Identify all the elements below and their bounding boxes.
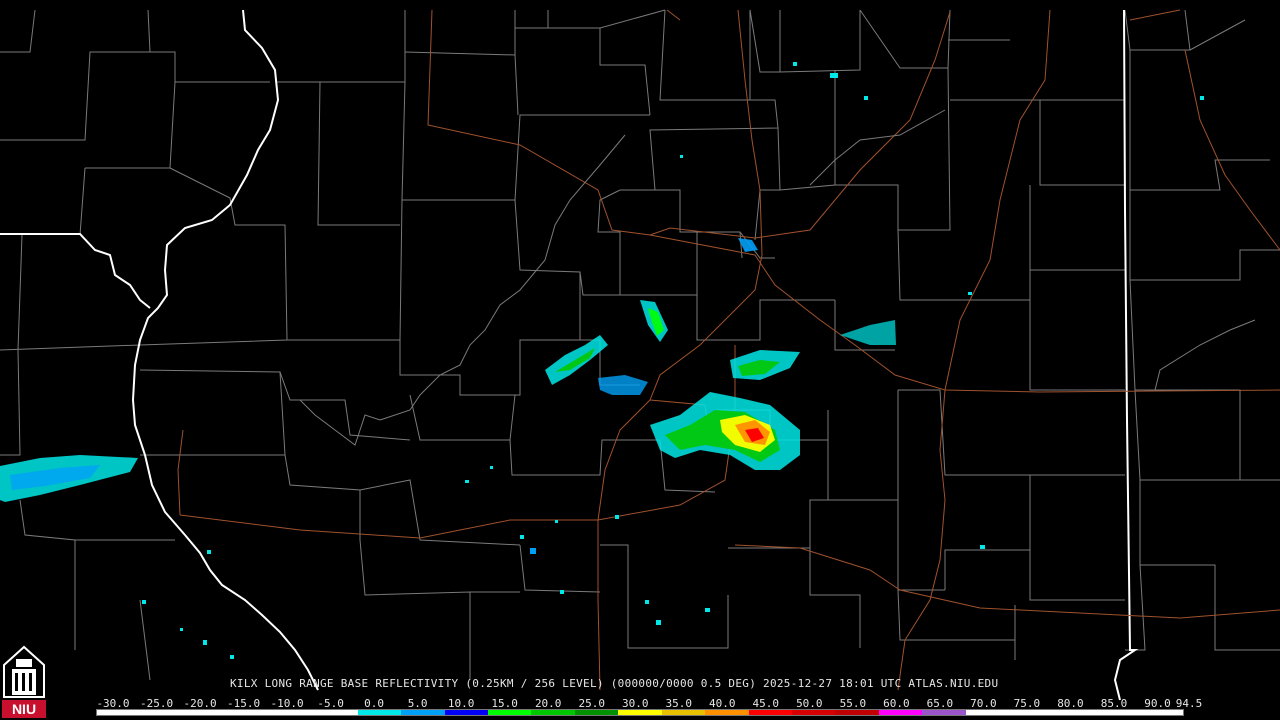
colorbar-segment (1009, 710, 1053, 715)
colorbar-segment (531, 710, 575, 715)
river-lines (299, 109, 1256, 446)
colorbar-segment (748, 710, 792, 715)
colorbar-segment (183, 710, 228, 715)
echo-speck (520, 535, 524, 539)
colorbar-segment (270, 710, 315, 715)
echo-speck (142, 600, 146, 604)
echo-speck (465, 480, 469, 483)
niu-logo: NIU (2, 645, 46, 718)
colorbar-segment (705, 710, 749, 715)
county-borders (0, 9, 1280, 681)
echo-speck (980, 545, 985, 549)
echo-east-far (840, 320, 896, 345)
colorbar-segment (314, 710, 358, 715)
colorbar-segment (357, 710, 402, 715)
echo-speck (203, 640, 207, 645)
echo-speck (656, 620, 661, 625)
colorbar-segment (878, 710, 923, 715)
colorbar-segment (487, 710, 532, 715)
radar-map (0, 9, 1280, 701)
echo-speck (230, 655, 234, 659)
colorbar-segment (444, 710, 488, 715)
colorbar-segment (922, 710, 966, 715)
colorbar-segment (618, 710, 662, 715)
echo-speck (560, 590, 564, 594)
echo-speck (968, 292, 972, 295)
echo-speck (530, 548, 536, 554)
echo-speck (705, 608, 710, 612)
colorbar-segment (965, 710, 1010, 715)
colorbar-segment (97, 710, 141, 715)
product-caption: KILX LONG RANGE BASE REFLECTIVITY (0.25K… (230, 677, 999, 690)
colorbar-segment (661, 710, 706, 715)
colorbar-segment (835, 710, 879, 715)
echo-speck (864, 96, 868, 100)
logo-text: NIU (12, 701, 36, 717)
colorbar-segment (792, 710, 836, 715)
echo-speck (680, 155, 683, 158)
echo-speck (1200, 96, 1204, 100)
echo-speck (615, 515, 619, 519)
colorbar-segment (401, 710, 445, 715)
highway-lines (177, 9, 1280, 691)
colorbar-segment (1096, 710, 1140, 715)
colorbar-labels: -30.0 -25.0 -20.0 -15.0 -10.0 -5.0 0.0 5.0 10.0 1… (95, 697, 1202, 710)
echo-speck (180, 628, 183, 631)
echo-speck (830, 73, 838, 78)
echo-speck (793, 62, 797, 66)
colorbar-segment (140, 710, 184, 715)
echo-speck (207, 550, 211, 554)
echo-speck (645, 600, 649, 604)
echo-west-arm (598, 375, 648, 395)
colorbar-segment (574, 710, 619, 715)
colorbar-segment (1052, 710, 1097, 715)
echo-speck (555, 520, 558, 523)
colorbar (96, 709, 1184, 716)
radar-echoes (0, 62, 1204, 659)
colorbar-segment (227, 710, 271, 715)
colorbar-segment (1139, 710, 1183, 715)
echo-speck (490, 466, 493, 469)
